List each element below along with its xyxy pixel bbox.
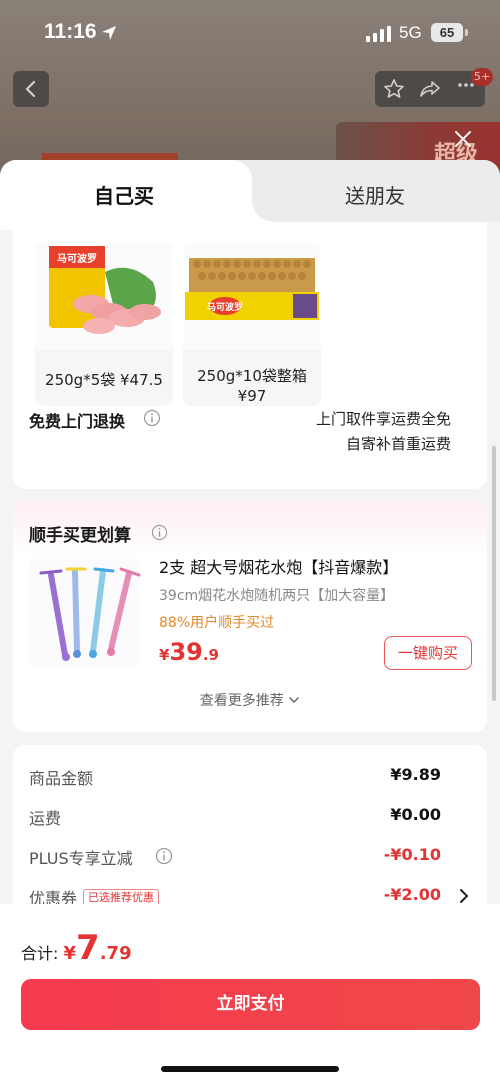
spec-card: 马可波罗 250g*5袋 ¥47.5 马可波罗 250g*10袋整箱 ¥97 免… (13, 222, 487, 489)
tab-bar: 自己买 送朋友 (0, 160, 500, 230)
summary-value: -¥0.10 (383, 845, 441, 864)
cart-badge: 5+ (471, 68, 493, 86)
sausage-pack-image: 马可波罗 (35, 242, 173, 350)
star-icon[interactable] (383, 78, 405, 100)
summary-value: ¥0.00 (390, 805, 441, 824)
addon-price-decimal: .9 (202, 646, 219, 664)
summary-row-plus-discount: PLUS专享立减 -¥0.10 (29, 845, 471, 869)
addon-product-name[interactable]: 2支 超大号烟花水炮【抖音爆款】 (159, 554, 398, 578)
see-more-recommendations[interactable]: 查看更多推荐 (13, 690, 487, 710)
chevron-right-icon (460, 889, 469, 903)
total-label: 合计: (21, 944, 59, 963)
spec-option-label-line1: 250g*10袋整箱 (197, 367, 307, 385)
info-icon[interactable] (155, 847, 173, 865)
summary-row-goods: 商品金额 ¥9.89 (29, 765, 471, 789)
svg-text:马可波罗: 马可波罗 (57, 252, 97, 265)
battery-level: 65 (431, 23, 463, 42)
purchase-sheet: 自己买 送朋友 马可波罗 250g*5袋 ¥47.5 马可波罗 250g*10袋… (0, 160, 500, 1082)
summary-row-shipping: 运费 ¥0.00 (29, 805, 471, 829)
network-type: 5G (399, 23, 422, 42)
status-time: 11:16 (44, 20, 97, 43)
spec-option-5-bags[interactable]: 马可波罗 250g*5袋 ¥47.5 (35, 242, 173, 406)
summary-label: PLUS专享立减 (29, 849, 133, 868)
back-button[interactable] (13, 71, 49, 107)
total-decimal: .79 (99, 943, 132, 964)
home-indicator[interactable] (161, 1066, 339, 1072)
close-icon[interactable] (452, 128, 474, 150)
addon-price: ¥39.9 (159, 638, 219, 666)
svg-text:马可波罗: 马可波罗 (207, 301, 243, 313)
battery-tip (465, 29, 468, 36)
info-icon[interactable] (151, 524, 168, 541)
tab-send-to-friend[interactable]: 送朋友 (345, 180, 405, 209)
spec-option-10-bags-box[interactable]: 马可波罗 250g*10袋整箱 ¥97 (183, 242, 321, 406)
tab-buy-for-self[interactable]: 自己买 (94, 180, 154, 209)
addon-price-integer: 39 (169, 638, 203, 666)
addon-product-subtitle: 39cm烟花水炮随机两只【加大容量】 (159, 588, 395, 604)
chevron-down-icon (289, 697, 299, 704)
total-integer: 7 (76, 928, 100, 968)
return-self-ship-note: 自寄补首重运费 (345, 435, 451, 453)
addon-recommendation-card: 顺手买更划算 2支 超大号烟花水炮【抖音爆款】 39cm烟花水炮随机两只【加大容… (13, 502, 487, 732)
total-currency: ¥ (63, 943, 77, 964)
location-arrow-icon (102, 26, 116, 40)
spec-option-label: 250g*5袋 ¥47.5 (45, 371, 163, 389)
status-bar: 11:16 5G 65 (0, 0, 500, 62)
addon-social-proof: 88%用户顺手买过 (159, 615, 275, 631)
scrollbar[interactable] (492, 446, 496, 701)
see-more-label: 查看更多推荐 (199, 693, 284, 709)
info-icon[interactable] (143, 409, 161, 427)
pay-now-button[interactable]: 立即支付 (21, 979, 480, 1030)
return-pickup-note: 上门取件享运费全免 (315, 410, 451, 428)
free-return-label: 免费上门退换 (29, 412, 126, 431)
checkout-bar: 合计: ¥7.79 立即支付 (0, 904, 500, 1082)
addon-price-currency: ¥ (159, 646, 170, 664)
spec-option-price: ¥97 (237, 387, 267, 405)
summary-value: ¥9.89 (390, 765, 441, 784)
sausage-box-image: 马可波罗 (183, 242, 321, 350)
one-click-buy-button[interactable]: 一键购买 (384, 636, 472, 670)
summary-label: 运费 (29, 809, 62, 828)
addon-section-title: 顺手买更划算 (29, 526, 131, 546)
water-gun-image[interactable] (29, 559, 141, 667)
signal-icon (366, 26, 391, 42)
summary-value: -¥2.00 (383, 885, 441, 904)
chevron-left-icon (25, 80, 36, 98)
order-total: 合计: ¥7.79 (21, 928, 132, 968)
share-icon[interactable] (419, 78, 441, 100)
summary-label: 商品金额 (29, 769, 94, 788)
nav-actions (375, 71, 485, 107)
